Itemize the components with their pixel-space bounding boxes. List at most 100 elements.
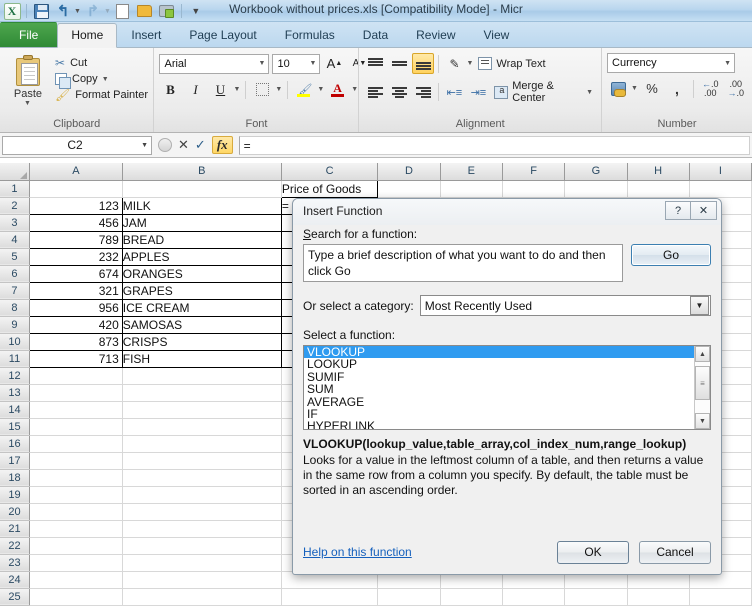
- function-list-item[interactable]: VLOOKUP: [304, 346, 694, 358]
- cell-B9[interactable]: SAMOSAS: [122, 316, 281, 333]
- font-size-combo[interactable]: 10 ▼: [272, 54, 320, 74]
- row-header-12[interactable]: 12: [0, 367, 29, 384]
- cell-A1[interactable]: [29, 180, 122, 197]
- cell-B17[interactable]: [122, 452, 281, 469]
- row-header-1[interactable]: 1: [0, 180, 29, 197]
- cell-H1[interactable]: [627, 180, 689, 197]
- cell-B20[interactable]: [122, 503, 281, 520]
- cell-B3[interactable]: JAM: [122, 214, 281, 231]
- cell-B12[interactable]: [122, 367, 281, 384]
- paste-dropdown-icon[interactable]: ▼: [24, 100, 31, 107]
- wrap-text-button[interactable]: Wrap Text: [475, 55, 548, 72]
- cell-A20[interactable]: [29, 503, 122, 520]
- cell-F25[interactable]: [502, 588, 564, 605]
- column-header-c[interactable]: C: [281, 163, 377, 180]
- cell-A16[interactable]: [29, 435, 122, 452]
- cell-B2[interactable]: MILK: [122, 197, 281, 214]
- row-header-21[interactable]: 21: [0, 520, 29, 537]
- dialog-close-button[interactable]: ✕: [691, 201, 717, 220]
- align-center-button[interactable]: [388, 82, 410, 103]
- row-header-22[interactable]: 22: [0, 537, 29, 554]
- cell-C25[interactable]: [281, 588, 377, 605]
- increase-decimal-button[interactable]: ←.0.00: [699, 78, 722, 99]
- tab-file[interactable]: File: [0, 22, 57, 47]
- increase-indent-button[interactable]: ⇥≡: [467, 82, 489, 103]
- cell-B6[interactable]: ORANGES: [122, 265, 281, 282]
- copy-button[interactable]: Copy ▼: [55, 73, 148, 85]
- cell-G1[interactable]: [565, 180, 627, 197]
- cut-button[interactable]: ✂ Cut: [55, 56, 148, 70]
- row-header-8[interactable]: 8: [0, 299, 29, 316]
- scroll-down-icon[interactable]: ▼: [695, 413, 710, 429]
- underline-button[interactable]: U: [209, 79, 231, 100]
- column-header-e[interactable]: E: [440, 163, 502, 180]
- cell-A9[interactable]: 420: [29, 316, 122, 333]
- font-name-combo[interactable]: Arial ▼: [159, 54, 269, 74]
- row-header-25[interactable]: 25: [0, 588, 29, 605]
- font-size-arrow-icon[interactable]: ▼: [306, 60, 317, 67]
- category-chevron-down-icon[interactable]: ▼: [690, 296, 709, 315]
- decrease-indent-button[interactable]: ⇤≡: [443, 82, 465, 103]
- row-header-2[interactable]: 2: [0, 197, 29, 214]
- cell-A4[interactable]: 789: [29, 231, 122, 248]
- cell-B8[interactable]: ICE CREAM: [122, 299, 281, 316]
- row-header-13[interactable]: 13: [0, 384, 29, 401]
- row-header-6[interactable]: 6: [0, 265, 29, 282]
- function-list-scrollbar[interactable]: ▲ ≡ ▼: [694, 346, 710, 429]
- cancel-button[interactable]: Cancel: [639, 541, 711, 564]
- format-painter-button[interactable]: 🖌 Format Painter: [55, 88, 148, 102]
- align-bottom-button[interactable]: [412, 53, 434, 74]
- cell-B19[interactable]: [122, 486, 281, 503]
- accounting-format-button[interactable]: [607, 78, 629, 99]
- cell-A17[interactable]: [29, 452, 122, 469]
- tab-data[interactable]: Data: [349, 23, 402, 47]
- tab-view[interactable]: View: [470, 23, 524, 47]
- row-header-20[interactable]: 20: [0, 503, 29, 520]
- cell-B4[interactable]: BREAD: [122, 231, 281, 248]
- paste-button[interactable]: Paste ▼: [5, 53, 51, 107]
- ok-button[interactable]: OK: [557, 541, 629, 564]
- fill-color-dropdown-icon[interactable]: ▼: [317, 86, 324, 93]
- row-header-17[interactable]: 17: [0, 452, 29, 469]
- orientation-button[interactable]: ✎: [443, 53, 465, 74]
- cell-B22[interactable]: [122, 537, 281, 554]
- row-header-16[interactable]: 16: [0, 435, 29, 452]
- insert-function-dialog[interactable]: Insert Function ? ✕ Search for a functio…: [292, 198, 722, 575]
- cell-F1[interactable]: [502, 180, 564, 197]
- cell-H25[interactable]: [627, 588, 689, 605]
- cell-I1[interactable]: [689, 180, 751, 197]
- column-header-g[interactable]: G: [565, 163, 627, 180]
- cell-B13[interactable]: [122, 384, 281, 401]
- cell-B23[interactable]: [122, 554, 281, 571]
- grow-font-button[interactable]: A▲: [323, 53, 345, 74]
- align-top-button[interactable]: [364, 53, 386, 74]
- row-header-15[interactable]: 15: [0, 418, 29, 435]
- cell-B15[interactable]: [122, 418, 281, 435]
- cell-A7[interactable]: 321: [29, 282, 122, 299]
- align-left-button[interactable]: [364, 82, 386, 103]
- name-box-arrow-icon[interactable]: ▼: [141, 142, 148, 149]
- row-header-19[interactable]: 19: [0, 486, 29, 503]
- select-all-corner[interactable]: [0, 163, 29, 180]
- cell-A13[interactable]: [29, 384, 122, 401]
- number-format-combo[interactable]: Currency ▼: [607, 53, 735, 73]
- percent-style-button[interactable]: %: [641, 78, 663, 99]
- row-header-23[interactable]: 23: [0, 554, 29, 571]
- borders-dropdown-icon[interactable]: ▼: [275, 86, 282, 93]
- tab-review[interactable]: Review: [402, 23, 469, 47]
- cell-A14[interactable]: [29, 401, 122, 418]
- cell-B10[interactable]: CRISPS: [122, 333, 281, 350]
- name-box[interactable]: C2 ▼: [2, 136, 152, 155]
- cell-D25[interactable]: [378, 588, 440, 605]
- row-header-3[interactable]: 3: [0, 214, 29, 231]
- dialog-help-button[interactable]: ?: [665, 201, 691, 220]
- cell-A15[interactable]: [29, 418, 122, 435]
- search-input[interactable]: Type a brief description of what you wan…: [303, 244, 623, 282]
- cell-D1[interactable]: [378, 180, 440, 197]
- cell-B1[interactable]: [122, 180, 281, 197]
- cell-A6[interactable]: 674: [29, 265, 122, 282]
- scrollbar-track[interactable]: ≡: [695, 362, 710, 413]
- tab-page-layout[interactable]: Page Layout: [175, 23, 270, 47]
- column-header-a[interactable]: A: [29, 163, 122, 180]
- cell-A24[interactable]: [29, 571, 122, 588]
